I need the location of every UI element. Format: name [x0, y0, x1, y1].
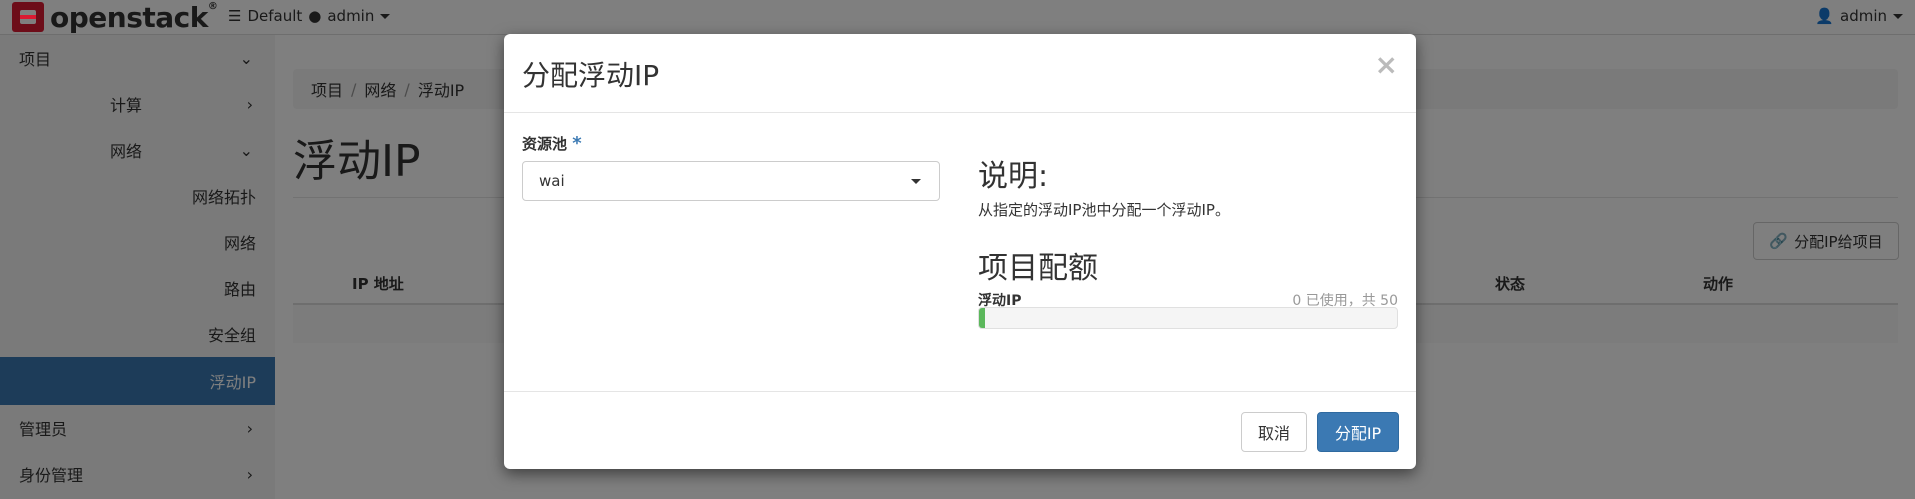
modal-title: 分配浮动IP: [522, 59, 660, 92]
quota-heading: 项目配额: [978, 251, 1098, 286]
required-asterisk: *: [572, 133, 582, 154]
chevron-down-icon: [911, 179, 921, 184]
pool-select[interactable]: wai: [522, 161, 940, 201]
help-text: 从指定的浮动IP池中分配一个浮动IP。: [978, 201, 1230, 219]
help-heading: 说明:: [978, 159, 1049, 194]
modal-footer: 取消 分配IP: [504, 391, 1416, 470]
close-icon[interactable]: ×: [1375, 48, 1398, 81]
allocate-floating-ip-dialog: 分配浮动IP × 资源池 * wai 说明: 从指定的浮动IP池中分配一个浮动I…: [504, 34, 1416, 469]
allocate-ip-button[interactable]: 分配IP: [1317, 412, 1399, 452]
modal-body: 资源池 * wai 说明: 从指定的浮动IP池中分配一个浮动IP。 项目配额 浮…: [504, 113, 1416, 390]
pool-select-value: wai: [539, 172, 565, 190]
cancel-button[interactable]: 取消: [1241, 412, 1307, 452]
quota-progress-bar: [978, 307, 1398, 329]
quota-progress-fill: [979, 308, 985, 328]
modal-header: 分配浮动IP ×: [504, 34, 1416, 113]
pool-field-label: 资源池 *: [522, 133, 582, 154]
field-label-text: 资源池: [522, 135, 568, 153]
